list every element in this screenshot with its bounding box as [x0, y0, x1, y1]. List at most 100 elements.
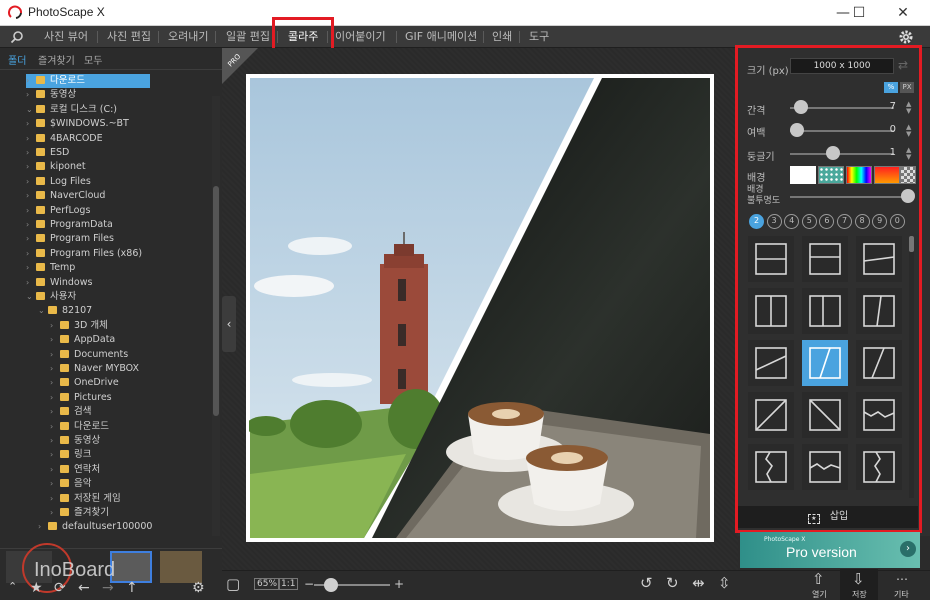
- save-icon[interactable]: ⇩: [852, 570, 865, 588]
- collapsed-chevron-icon[interactable]: ›: [50, 333, 60, 347]
- actual-size-button[interactable]: 1:1: [278, 578, 299, 590]
- folder-tree-item[interactable]: › Windows: [26, 276, 92, 290]
- tab-folder[interactable]: 폴더: [8, 52, 26, 67]
- forward-arrow-icon[interactable]: →: [102, 580, 114, 596]
- collapsed-chevron-icon[interactable]: ›: [50, 434, 60, 448]
- folder-tree-item[interactable]: › 동영상: [50, 434, 100, 448]
- collapsed-chevron-icon[interactable]: ›: [50, 405, 60, 419]
- open-label[interactable]: 열기: [812, 589, 827, 600]
- collapsed-chevron-icon[interactable]: ›: [26, 204, 36, 218]
- folder-tree-item[interactable]: › ESD: [26, 146, 69, 160]
- collapsed-chevron-icon[interactable]: ›: [26, 175, 36, 189]
- folder-tree-item[interactable]: › $WINDOWS.~BT: [26, 117, 129, 131]
- menu-gif-animation[interactable]: GIF 애니메이션: [405, 26, 477, 48]
- zoom-slider-knob[interactable]: [324, 578, 338, 592]
- folder-tree-item[interactable]: › AppData: [50, 333, 115, 347]
- pro-arrow-icon[interactable]: ›: [900, 541, 916, 557]
- collapsed-chevron-icon[interactable]: ›: [26, 74, 36, 88]
- expanded-chevron-icon[interactable]: ⌄: [26, 290, 36, 304]
- folder-tree-item[interactable]: › Pictures: [50, 391, 112, 405]
- collapsed-chevron-icon[interactable]: ›: [26, 117, 36, 131]
- folder-tree-item[interactable]: ⌄ 사용자: [26, 290, 76, 304]
- expanded-chevron-icon[interactable]: ⌄: [38, 304, 48, 318]
- back-arrow-icon[interactable]: ←: [78, 580, 90, 596]
- zoom-in-button[interactable]: +: [394, 577, 404, 591]
- folder-tree-item[interactable]: › OneDrive: [50, 376, 119, 390]
- menu-tools[interactable]: 도구: [529, 26, 549, 48]
- menu-combine[interactable]: 이어붙이기: [335, 26, 386, 48]
- folder-tree-item[interactable]: › 링크: [50, 448, 91, 462]
- folder-tree-item[interactable]: › kiponet: [26, 160, 86, 174]
- folder-tree-item[interactable]: › 동영상: [26, 88, 76, 102]
- folder-tree-item[interactable]: › 검색: [50, 405, 91, 419]
- collapsed-chevron-icon[interactable]: ›: [26, 160, 36, 174]
- collapsed-chevron-icon[interactable]: ›: [50, 376, 60, 390]
- collapsed-chevron-icon[interactable]: ›: [50, 492, 60, 506]
- folder-tree-item[interactable]: › Documents: [50, 348, 128, 362]
- folder-tree-item[interactable]: › NaverCloud: [26, 189, 105, 203]
- folder-tree-item[interactable]: › 다운로드: [50, 420, 109, 434]
- folder-tree-item[interactable]: › Naver MYBOX: [50, 362, 139, 376]
- expanded-chevron-icon[interactable]: ⌄: [26, 103, 36, 117]
- collapsed-chevron-icon[interactable]: ›: [26, 218, 36, 232]
- folder-tree-item[interactable]: › 다운로드: [26, 74, 150, 88]
- folder-tree-item[interactable]: › PerfLogs: [26, 204, 90, 218]
- zoom-level[interactable]: 65%: [254, 578, 281, 590]
- menu-print[interactable]: 인쇄: [492, 26, 512, 48]
- collapsed-chevron-icon[interactable]: ›: [50, 420, 60, 434]
- collapsed-chevron-icon[interactable]: ›: [50, 362, 60, 376]
- close-button[interactable]: ✕: [880, 0, 926, 26]
- collapse-icon[interactable]: ⌃: [8, 580, 17, 593]
- collapsed-chevron-icon[interactable]: ›: [38, 520, 48, 534]
- folder-tree-item[interactable]: › 음악: [50, 477, 91, 491]
- flip-vertical-icon[interactable]: ⇳: [718, 574, 731, 592]
- save-label[interactable]: 저장: [852, 589, 867, 600]
- collapsed-chevron-icon[interactable]: ›: [50, 391, 60, 405]
- collapse-panel-handle[interactable]: ‹: [222, 296, 236, 352]
- collapsed-chevron-icon[interactable]: ›: [50, 448, 60, 462]
- rotate-left-icon[interactable]: ↺: [640, 574, 653, 592]
- menu-photo-viewer[interactable]: 사진 뷰어: [44, 26, 88, 48]
- tab-all[interactable]: 모두: [84, 52, 102, 67]
- collapsed-chevron-icon[interactable]: ›: [26, 88, 36, 102]
- open-icon[interactable]: ⇧: [812, 570, 825, 588]
- panel-toggle-icon[interactable]: ▢: [226, 575, 240, 593]
- collapsed-chevron-icon[interactable]: ›: [26, 232, 36, 246]
- collapsed-chevron-icon[interactable]: ›: [26, 261, 36, 275]
- menu-cut-out[interactable]: 오려내기: [168, 26, 208, 48]
- zoom-out-button[interactable]: −: [304, 577, 314, 591]
- collapsed-chevron-icon[interactable]: ›: [50, 506, 60, 520]
- folder-tree-item[interactable]: › defaultuser100000: [38, 520, 152, 534]
- collage-canvas[interactable]: [246, 74, 714, 542]
- menu-photo-edit[interactable]: 사진 편집: [107, 26, 151, 48]
- collapsed-chevron-icon[interactable]: ›: [26, 276, 36, 290]
- collapsed-chevron-icon[interactable]: ›: [50, 348, 60, 362]
- collapsed-chevron-icon[interactable]: ›: [50, 319, 60, 333]
- up-arrow-icon[interactable]: ↑: [126, 580, 138, 596]
- collapsed-chevron-icon[interactable]: ›: [26, 189, 36, 203]
- collapsed-chevron-icon[interactable]: ›: [50, 463, 60, 477]
- collapsed-chevron-icon[interactable]: ›: [26, 146, 36, 160]
- settings-gear-icon[interactable]: [898, 29, 914, 45]
- collapsed-chevron-icon[interactable]: ›: [50, 477, 60, 491]
- more-label[interactable]: 기타: [894, 589, 909, 600]
- folder-tree-item[interactable]: › 연락처: [50, 463, 100, 477]
- more-icon[interactable]: ⋯: [896, 572, 908, 586]
- folder-tree-item[interactable]: › 저장된 게임: [50, 492, 121, 506]
- folder-tree-item[interactable]: › 3D 개체: [50, 319, 108, 333]
- folder-settings-gear-icon[interactable]: ⚙: [192, 580, 205, 596]
- folder-tree-item[interactable]: › Temp: [26, 261, 75, 275]
- folder-tree-item[interactable]: › Program Files: [26, 232, 114, 246]
- tab-favorites[interactable]: 즐겨찾기: [38, 52, 75, 67]
- folder-tree-item[interactable]: › 4BARCODE: [26, 132, 103, 146]
- folder-tree-item[interactable]: › ProgramData: [26, 218, 113, 232]
- rotate-right-icon[interactable]: ↻: [666, 574, 679, 592]
- pro-version-banner[interactable]: PhotoScape X Pro version ›: [740, 532, 920, 568]
- folder-tree-item[interactable]: ⌄ 로컬 디스크 (C:): [26, 103, 117, 117]
- folder-tree-item[interactable]: › Log Files: [26, 175, 91, 189]
- folder-scrollbar[interactable]: [212, 96, 220, 536]
- star-icon[interactable]: ★: [30, 580, 43, 596]
- folder-tree-item[interactable]: › Program Files (x86): [26, 247, 142, 261]
- search-icon[interactable]: [10, 30, 24, 44]
- collapsed-chevron-icon[interactable]: ›: [26, 132, 36, 146]
